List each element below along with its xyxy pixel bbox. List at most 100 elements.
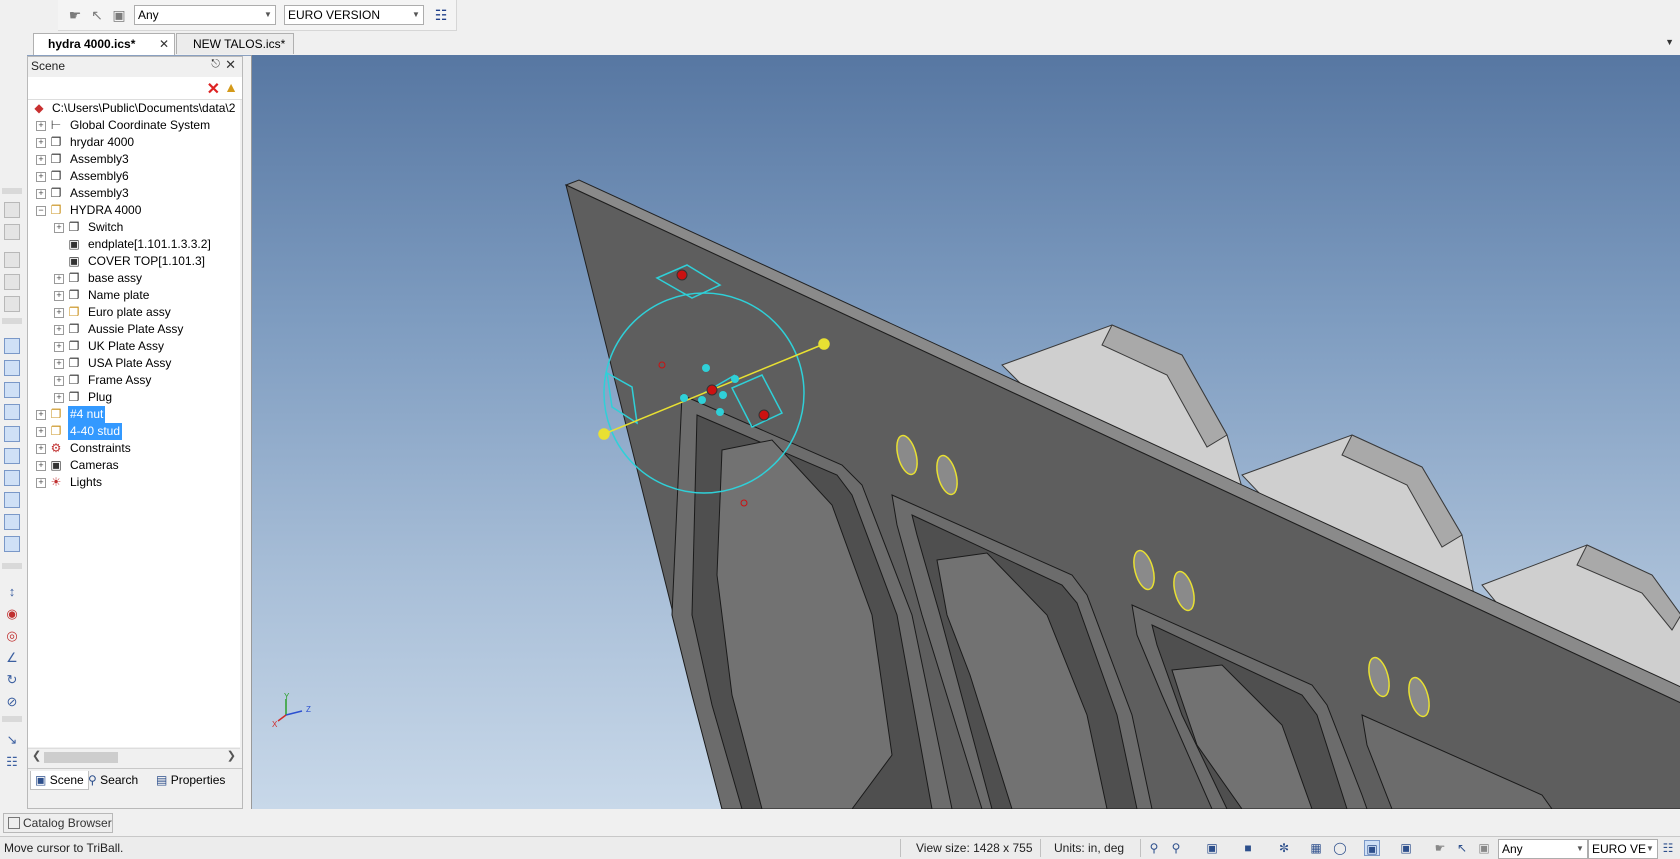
no-entry-icon[interactable]: ⊘ bbox=[4, 694, 20, 710]
scroll-left-icon[interactable]: ❮ bbox=[32, 749, 41, 762]
axis-x-label: X bbox=[272, 720, 278, 729]
toolbar-divider bbox=[2, 716, 22, 722]
shape-tool-icon[interactable] bbox=[4, 202, 20, 218]
tree-item-label: Euro plate assy bbox=[88, 305, 171, 319]
collapse-icon[interactable]: − bbox=[36, 206, 46, 216]
shape-tool-icon[interactable] bbox=[4, 252, 20, 268]
assembly-icon: ❐ bbox=[68, 373, 80, 387]
units: Units: in, deg bbox=[1054, 841, 1125, 855]
shape-tool-icon[interactable] bbox=[4, 296, 20, 312]
box-icon[interactable] bbox=[4, 448, 20, 464]
tree-item-label: Plug bbox=[88, 390, 113, 404]
zoom-icon[interactable]: ⚲ bbox=[1146, 840, 1162, 856]
pin-icon[interactable]: ⎋ bbox=[211, 58, 220, 71]
scene-tree[interactable]: ◆ C:\Users\Public\Documents\data\2 + ⊢ G… bbox=[28, 100, 240, 747]
pointer-icon[interactable]: ↖ bbox=[1454, 840, 1470, 856]
expand-icon[interactable]: + bbox=[36, 444, 46, 454]
box-icon[interactable] bbox=[4, 360, 20, 376]
shape-icon[interactable]: ▦ bbox=[1308, 840, 1324, 856]
chevron-down-icon: ▼ bbox=[264, 10, 272, 19]
ruler-icon[interactable]: ☷ bbox=[4, 754, 20, 770]
pointer-icon[interactable]: ↖ bbox=[88, 6, 106, 24]
expand-icon[interactable]: + bbox=[36, 172, 46, 182]
expand-icon[interactable]: + bbox=[36, 410, 46, 420]
box-icon[interactable] bbox=[4, 426, 20, 442]
tab-hydra-4000[interactable]: hydra 4000.ics* ✕ bbox=[33, 33, 175, 55]
select-filter-icon[interactable]: ▣ bbox=[1476, 840, 1492, 856]
close-icon[interactable]: ✕ bbox=[159, 34, 169, 54]
expand-icon[interactable]: + bbox=[54, 325, 64, 335]
zoom-fit-icon[interactable]: ⚲ bbox=[1168, 840, 1184, 856]
version-combo[interactable]: EURO VERSION ▼ bbox=[284, 5, 424, 25]
expand-icon[interactable]: + bbox=[36, 138, 46, 148]
shape-tool-icon[interactable] bbox=[4, 274, 20, 290]
box-icon[interactable] bbox=[4, 492, 20, 508]
view-cube-icon[interactable]: ■ bbox=[1240, 840, 1256, 856]
clear-filter-icon[interactable]: ✕ bbox=[207, 79, 220, 99]
expand-icon[interactable]: + bbox=[36, 155, 46, 165]
tab-new-talos[interactable]: NEW TALOS.ics* bbox=[176, 33, 294, 54]
expand-icon[interactable]: + bbox=[54, 274, 64, 284]
tree-item-label: #4 nut bbox=[68, 406, 106, 423]
expand-icon[interactable]: + bbox=[54, 376, 64, 386]
tree-item-label: UK Plate Assy bbox=[88, 339, 165, 353]
select-filter-icon[interactable]: ▣ bbox=[110, 6, 128, 24]
scroll-right-icon[interactable]: ❯ bbox=[227, 749, 236, 762]
pick-parts-icon[interactable]: ☛ bbox=[1432, 840, 1448, 856]
box-icon[interactable] bbox=[4, 470, 20, 486]
dimension-icon[interactable]: ↕ bbox=[4, 584, 20, 600]
measure-icon[interactable]: ↘ bbox=[4, 732, 20, 748]
glasses-icon[interactable]: ◯ bbox=[1332, 840, 1348, 856]
camera-icon: ▣ bbox=[50, 458, 62, 472]
render-mode-icon[interactable]: ▣ bbox=[1204, 840, 1220, 856]
light-tool-icon[interactable]: ◎ bbox=[4, 628, 20, 644]
catalog-browser-button[interactable]: Catalog Browser bbox=[3, 813, 113, 833]
status-version-combo[interactable]: EURO VE ▼ bbox=[1588, 839, 1658, 859]
expand-icon[interactable]: + bbox=[54, 308, 64, 318]
filter-combo[interactable]: Any ▼ bbox=[134, 5, 276, 25]
hierarchy-icon[interactable]: ☷ bbox=[1660, 840, 1676, 856]
box-icon[interactable] bbox=[4, 382, 20, 398]
tree-item-label: HYDRA 4000 bbox=[70, 203, 142, 217]
expand-icon[interactable]: + bbox=[36, 121, 46, 131]
box-icon[interactable] bbox=[4, 404, 20, 420]
hierarchy-icon[interactable]: ☷ bbox=[432, 6, 450, 24]
snap-icon[interactable]: ▣ bbox=[1398, 840, 1414, 856]
angle-icon[interactable]: ∠ bbox=[4, 650, 20, 666]
expand-icon[interactable]: + bbox=[54, 223, 64, 233]
expand-icon[interactable]: + bbox=[36, 427, 46, 437]
expand-icon[interactable]: + bbox=[36, 478, 46, 488]
close-icon[interactable]: ✕ bbox=[225, 57, 236, 73]
camera-tool-icon[interactable]: ◉ bbox=[4, 606, 20, 622]
expand-icon[interactable]: + bbox=[54, 359, 64, 369]
expand-icon[interactable]: + bbox=[36, 189, 46, 199]
box-icon[interactable] bbox=[4, 514, 20, 530]
tab-list-dropdown-icon[interactable]: ▼ bbox=[1665, 37, 1674, 47]
expand-icon[interactable]: + bbox=[36, 461, 46, 471]
orbit-icon[interactable]: ✼ bbox=[1276, 840, 1292, 856]
rotate-icon[interactable]: ↻ bbox=[4, 672, 20, 688]
scrollbar-thumb[interactable] bbox=[44, 752, 118, 763]
status-filter-combo[interactable]: Any ▼ bbox=[1498, 839, 1588, 859]
expand-icon[interactable]: + bbox=[54, 393, 64, 403]
3d-scene[interactable] bbox=[252, 55, 1680, 809]
expand-icon[interactable]: + bbox=[54, 342, 64, 352]
box-icon[interactable] bbox=[4, 536, 20, 552]
pick-parts-icon[interactable]: ☛ bbox=[66, 6, 84, 24]
display-mode-icon[interactable]: ▣ bbox=[1364, 840, 1380, 856]
shape-tool-icon[interactable] bbox=[4, 224, 20, 240]
assembly-icon: ❐ bbox=[50, 152, 62, 166]
axis-indicator: Y X Z bbox=[272, 693, 311, 729]
expand-icon[interactable]: + bbox=[54, 291, 64, 301]
tree-item-label: Global Coordinate System bbox=[70, 118, 211, 132]
3d-viewport[interactable]: Y X Z bbox=[251, 55, 1680, 809]
tab-properties[interactable]: ▤ Properties bbox=[156, 771, 225, 789]
tab-label: NEW TALOS.ics* bbox=[193, 37, 286, 51]
assembly-icon: ❐ bbox=[68, 390, 80, 404]
chevron-down-icon: ▼ bbox=[412, 10, 420, 19]
tab-search[interactable]: ⚲ Search bbox=[88, 771, 138, 789]
tree-horizontal-scrollbar[interactable]: ❮ ❯ bbox=[28, 748, 240, 766]
box-icon[interactable] bbox=[4, 338, 20, 354]
tree-options-icon[interactable]: ▲ bbox=[224, 79, 238, 95]
tab-scene[interactable]: ▣ Scene bbox=[30, 771, 89, 790]
